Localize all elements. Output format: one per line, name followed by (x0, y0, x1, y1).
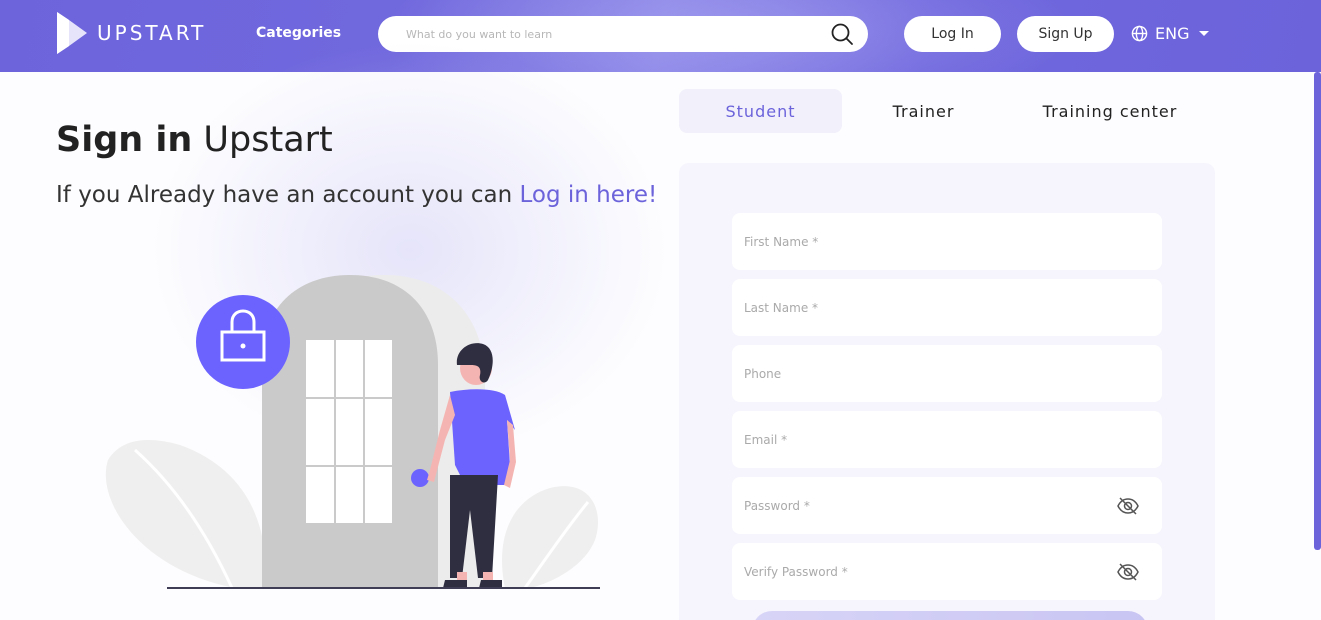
globe-icon (1131, 25, 1148, 42)
search-icon[interactable] (830, 22, 854, 46)
subtitle-text: If you Already have an account you can (56, 182, 513, 208)
eye-slash-icon[interactable] (1116, 494, 1140, 518)
last-name-input[interactable] (744, 300, 1150, 315)
signup-form-card (679, 163, 1215, 620)
phone-input[interactable] (744, 366, 1150, 381)
signup-button[interactable]: Sign Up (1017, 16, 1114, 52)
language-selector[interactable]: ENG (1131, 24, 1210, 43)
scrollbar[interactable] (1314, 72, 1321, 550)
logo[interactable]: UPSTART (55, 10, 206, 56)
user-type-tabs: Student Trainer Training center (679, 89, 1215, 133)
login-button[interactable]: Log In (904, 16, 1001, 52)
language-label: ENG (1155, 24, 1190, 43)
chevron-down-icon (1199, 31, 1210, 36)
password-input[interactable] (744, 498, 1116, 513)
top-navbar: UPSTART Categories Log In Sign Up ENG (0, 0, 1321, 72)
page-title: Sign in Upstart (56, 120, 333, 160)
search-input[interactable] (406, 27, 830, 41)
email-field (732, 411, 1162, 468)
tab-trainer[interactable]: Trainer (842, 89, 1005, 133)
door-illustration (105, 275, 600, 589)
logo-text: UPSTART (97, 21, 207, 45)
logo-icon (57, 12, 87, 54)
last-name-field (732, 279, 1162, 336)
page-title-rest: Upstart (203, 120, 333, 160)
verify-password-input[interactable] (744, 564, 1116, 579)
page-subtitle: If you Already have an account you can L… (56, 182, 657, 208)
email-input[interactable] (744, 432, 1150, 447)
categories-link[interactable]: Categories (256, 25, 341, 41)
first-name-input[interactable] (744, 234, 1150, 249)
login-here-link[interactable]: Log in here! (519, 182, 657, 208)
eye-slash-icon[interactable] (1116, 560, 1140, 584)
page-title-bold: Sign in (56, 120, 193, 160)
signup-submit-button[interactable] (752, 611, 1148, 620)
tab-training-center[interactable]: Training center (1005, 89, 1215, 133)
phone-field (732, 345, 1162, 402)
password-field (732, 477, 1162, 534)
tab-student[interactable]: Student (679, 89, 842, 133)
first-name-field (732, 213, 1162, 270)
verify-password-field (732, 543, 1162, 600)
